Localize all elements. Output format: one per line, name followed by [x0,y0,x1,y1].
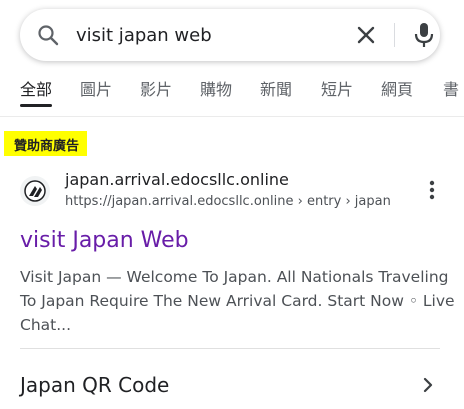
search-icon[interactable] [36,23,60,47]
site-favicon-icon[interactable] [20,176,50,206]
snippet-line: Visit Japan — Welcome To Japan. All Nati… [20,268,449,286]
snippet-line: To Japan Require The New Arrival Card. S… [20,292,455,310]
ad-title-link[interactable]: visit Japan Web [20,228,189,253]
sitelink-divider [20,348,440,349]
search-results-page: 全部 圖片 影片 購物 新聞 短片 網頁 書 贊助商廣告 japan.arriv… [0,0,464,409]
close-icon[interactable] [353,22,379,48]
tab-shopping[interactable]: 購物 [200,76,232,108]
tabs-divider [0,116,464,117]
mic-icon[interactable] [412,21,436,49]
tab-videos[interactable]: 影片 [140,76,172,108]
ad-snippet: Visit Japan — Welcome To Japan. All Nati… [20,265,455,337]
sitelink-label: Japan QR Code [20,373,170,397]
tab-web[interactable]: 網頁 [381,76,413,108]
tab-images[interactable]: 圖片 [80,76,112,108]
tab-books[interactable]: 書 [443,76,459,108]
tab-short-videos[interactable]: 短片 [321,76,353,108]
search-input[interactable] [76,21,346,49]
search-bar[interactable] [20,9,440,61]
active-tab-indicator [20,104,52,107]
tab-news[interactable]: 新聞 [260,76,292,108]
sponsored-label: 贊助商廣告 [4,131,88,156]
ad-site-name[interactable]: japan.arrival.edocsllc.online [65,170,289,189]
ad-url[interactable]: https://japan.arrival.edocsllc.online › … [65,194,391,209]
search-bar-divider [394,23,395,47]
more-vert-icon[interactable] [424,178,440,202]
snippet-line: Chat... [20,316,72,334]
sitelink-japan-qr-code[interactable]: Japan QR Code [20,363,440,403]
chevron-right-icon [423,377,433,393]
search-tabs: 全部 圖片 影片 購物 新聞 短片 網頁 書 [0,76,464,108]
